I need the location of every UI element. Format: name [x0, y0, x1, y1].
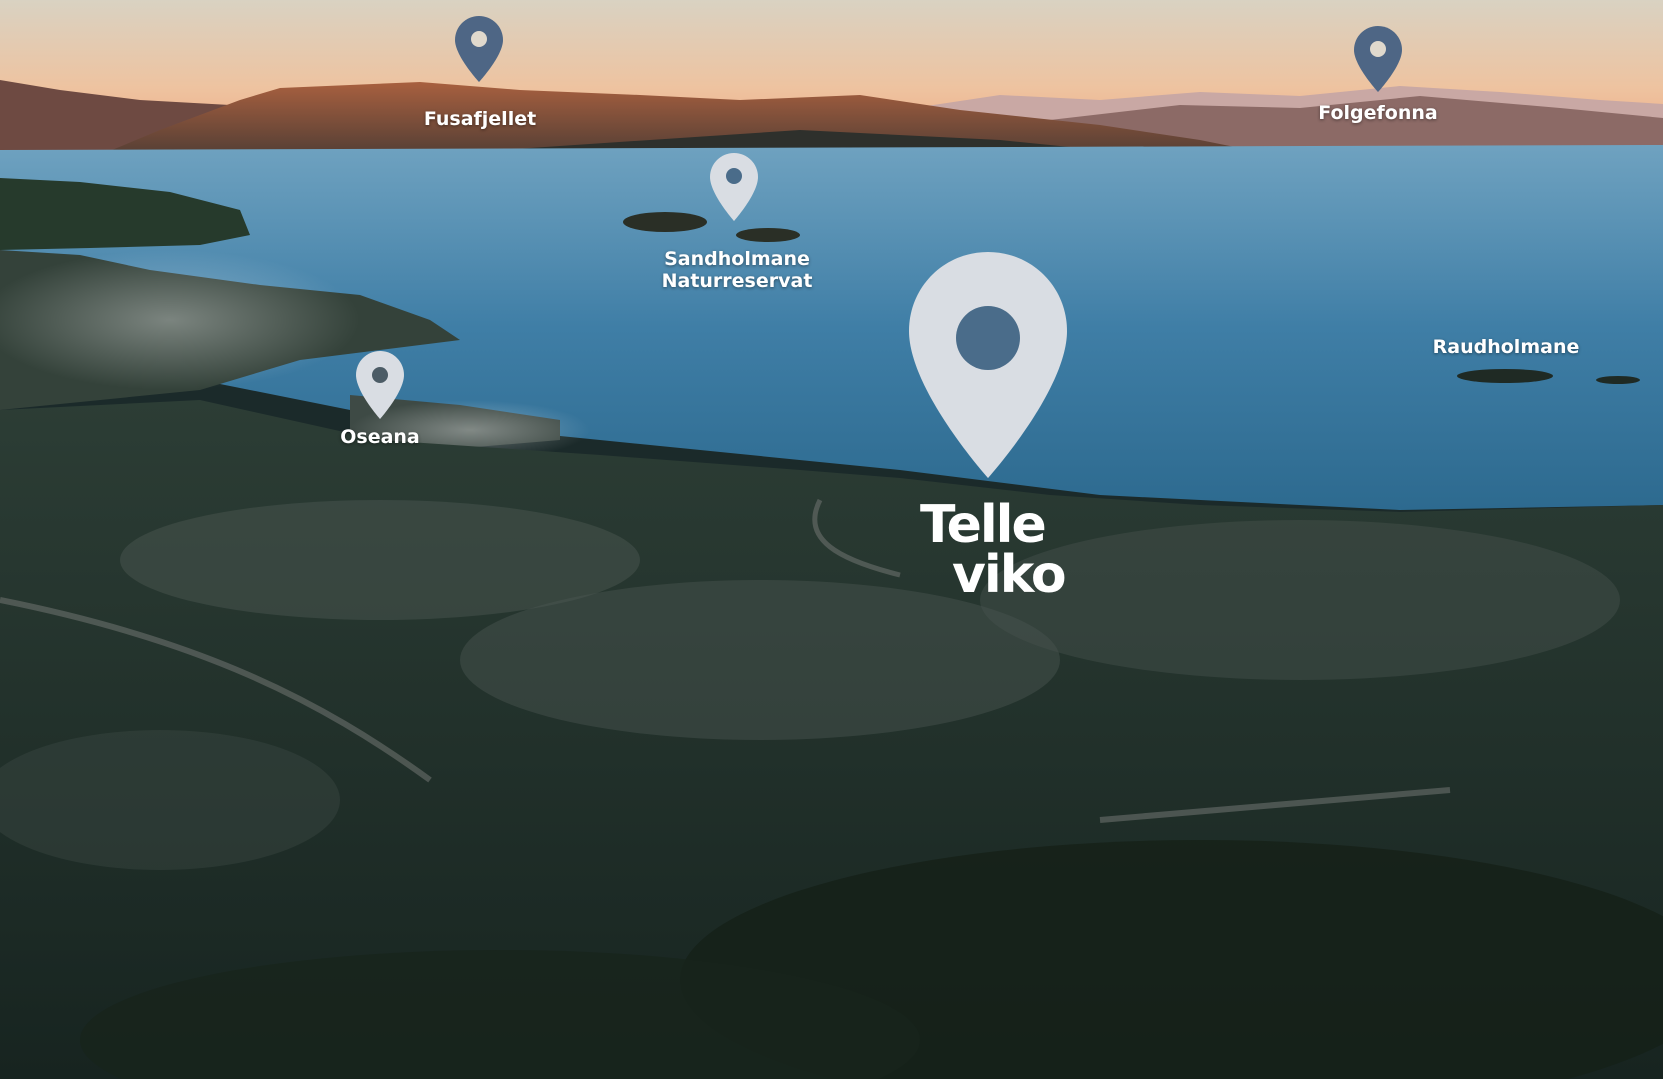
landscape-background: [0, 0, 1663, 1079]
telleviko-location-pin-icon[interactable]: [907, 250, 1069, 480]
aerial-photo: Fusafjellet Folgefonna Sandholmane Natur…: [0, 0, 1663, 1079]
telleviko-logo: Telle viko: [920, 499, 1067, 605]
marker-label-raudholmane: Raudholmane: [1432, 336, 1580, 358]
logo-line-2: viko: [952, 545, 1067, 605]
marker-label-oseana: Oseana: [340, 426, 420, 448]
marker-label-fusafjellet: Fusafjellet: [423, 108, 537, 130]
map-pin-icon[interactable]: [454, 15, 504, 83]
marker-label-folgefonna: Folgefonna: [1318, 102, 1438, 124]
map-pin-icon[interactable]: [709, 152, 759, 222]
map-pin-icon[interactable]: [355, 350, 405, 420]
map-pin-icon[interactable]: [1353, 25, 1403, 93]
marker-label-sandholmane: Sandholmane Naturreservat: [661, 248, 813, 292]
